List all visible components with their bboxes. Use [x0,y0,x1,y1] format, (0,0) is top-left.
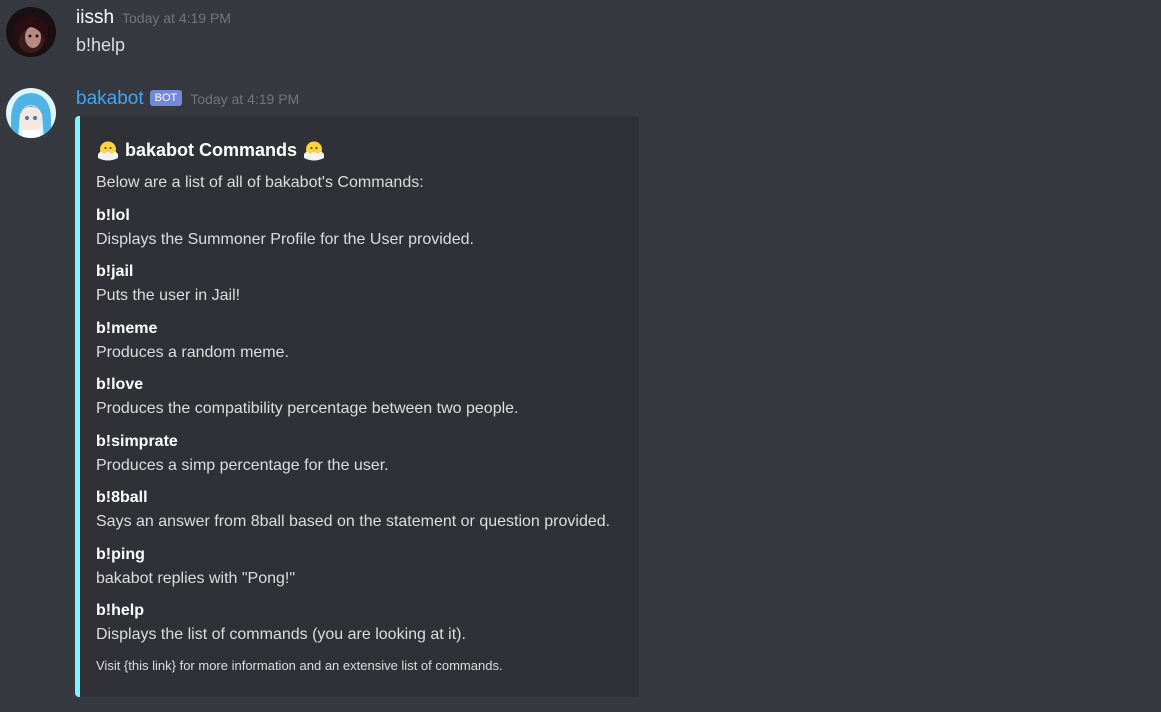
command-name: b!jail [96,263,134,280]
embed-field: b!ping bakabot replies with "Pong!" [96,545,295,589]
command-description: Displays the Summoner Profile for the Us… [96,231,474,248]
embed-footer: Visit {this link} for more information a… [96,658,503,673]
command-name: b!meme [96,320,158,337]
timestamp: Today at 4:19 PM [190,91,300,107]
embed-title: bakabot Commands [96,138,326,162]
chat-view: iissh Today at 4:19 PM b!help bakabot BO… [0,0,1161,712]
embed-field: b!simprate Produces a simp percentage fo… [96,432,389,476]
embed-field: b!help Displays the list of commands (yo… [96,601,466,645]
message-content: b!help [76,35,126,55]
chick-emoji-icon [96,138,120,162]
command-name: b!simprate [96,433,178,450]
command-name: b!ping [96,546,145,563]
embed-field: b!meme Produces a random meme. [96,319,289,363]
help-embed: bakabot Commands Below are a list of all… [75,116,639,697]
embed-field: b!love Produces the compatibility percen… [96,375,518,419]
bot-badge: BOT [149,90,183,106]
embed-field: b!jail Puts the user in Jail! [96,262,240,306]
command-name: b!8ball [96,489,148,506]
username-bakabot[interactable]: bakabot [76,88,144,110]
command-description: Says an answer from 8ball based on the s… [96,513,611,530]
command-description: Displays the list of commands (you are l… [96,626,466,643]
avatar-iissh[interactable] [6,7,56,57]
command-name: b!love [96,376,144,393]
chick-emoji-icon [302,138,326,162]
command-description: bakabot replies with "Pong!" [96,570,296,587]
avatar-bakabot[interactable] [6,88,56,138]
message-header: iissh Today at 4:19 PM [76,7,231,29]
command-description: Produces a simp percentage for the user. [96,457,389,474]
message-header: bakabot BOT Today at 4:19 PM [76,88,299,110]
command-description: Puts the user in Jail! [96,287,241,304]
command-description: Produces a random meme. [96,344,289,361]
command-name: b!help [96,602,144,619]
username-iissh[interactable]: iissh [76,7,114,29]
embed-field: b!lol Displays the Summoner Profile for … [96,206,474,250]
command-description: Produces the compatibility percentage be… [96,400,519,417]
command-name: b!lol [96,207,130,224]
embed-title-text: bakabot Commands [125,139,298,160]
timestamp: Today at 4:19 PM [122,10,231,26]
embed-description: Below are a list of all of bakabot's Com… [96,174,424,191]
embed-field: b!8ball Says an answer from 8ball based … [96,488,610,532]
